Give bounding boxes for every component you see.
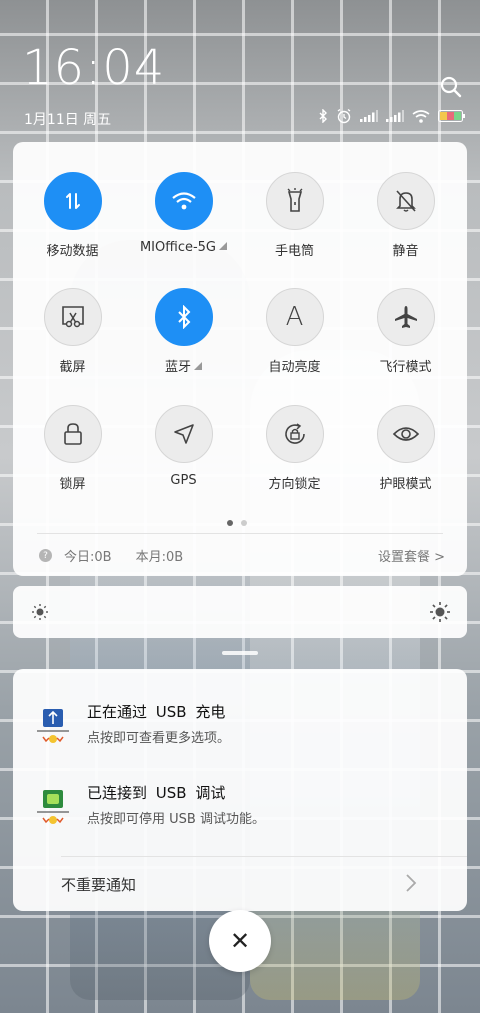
tile-auto-brightness[interactable]: A 自动亮度 [239, 288, 350, 375]
tile-flashlight[interactable]: 手电筒 [239, 172, 350, 259]
airplane-icon[interactable] [376, 288, 435, 346]
lock-icon[interactable] [43, 405, 102, 463]
close-icon: ✕ [229, 927, 251, 955]
bluetooth-icon[interactable] [154, 288, 213, 346]
divider [61, 856, 467, 857]
page-indicator [227, 520, 247, 526]
tile-bluetooth[interactable]: 蓝牙 [128, 288, 239, 375]
tile-wifi[interactable]: MIOffice-5G [128, 172, 239, 255]
battery-icon [438, 110, 466, 122]
clock: 16:04 [22, 40, 166, 96]
bluetooth-icon [318, 109, 328, 123]
quick-settings-panel: 移动数据 MIOffice-5G 手电筒 静音 截屏 蓝牙 A 自动亮度 飞行模… [13, 142, 467, 576]
divider [37, 533, 443, 534]
tile-lock-screen[interactable]: 锁屏 [17, 405, 128, 492]
wifi-icon[interactable] [154, 172, 213, 230]
notification-usb-debugging[interactable]: 已连接到 USB 调试 点按即可停用 USB 调试功能。 [13, 780, 467, 840]
tile-label: 方向锁定 [268, 477, 321, 492]
gps-icon[interactable] [154, 405, 213, 463]
wifi-icon [412, 109, 430, 123]
tile-label: 自动亮度 [268, 360, 321, 375]
expand-triangle-icon[interactable] [194, 362, 202, 370]
tile-label: GPS [170, 473, 197, 488]
flashlight-icon[interactable] [265, 172, 324, 230]
notification-subtitle: 点按即可停用 USB 调试功能。 [87, 812, 265, 827]
tile-mobile-data[interactable]: 移动数据 [17, 172, 128, 259]
auto-brightness-icon[interactable]: A [265, 288, 324, 346]
tile-label: 蓝牙 [164, 360, 191, 375]
tile-label: 截屏 [59, 360, 86, 375]
chevron-right-icon[interactable] [405, 873, 417, 893]
tile-label: 移动数据 [46, 244, 99, 259]
minor-notifications-label[interactable]: 不重要通知 [61, 874, 136, 895]
tile-eye-comfort[interactable]: 护眼模式 [350, 405, 461, 492]
set-plan-link[interactable]: 设置套餐 > [378, 546, 445, 565]
search-icon[interactable] [440, 76, 462, 98]
signal-icon [360, 110, 378, 122]
auto-brightness-glyph: A [285, 302, 304, 332]
brightness-low-icon [32, 604, 48, 620]
expand-triangle-icon[interactable] [219, 242, 228, 250]
signal-icon [386, 110, 404, 122]
data-usage-month: 本月:0B [135, 550, 184, 565]
tile-gps[interactable]: GPS [128, 405, 239, 488]
tile-label: 飞行模式 [379, 360, 432, 375]
notification-title: 正在通过 USB 充电 [87, 703, 226, 721]
clear-all-button[interactable]: ✕ [209, 910, 271, 972]
tile-label: 护眼模式 [379, 477, 432, 492]
mobile-data-icon[interactable] [43, 172, 102, 230]
date: 1月11日 周五 [24, 112, 112, 128]
notification-subtitle: 点按即可查看更多选项。 [87, 731, 231, 746]
rotation-lock-icon[interactable] [265, 405, 324, 463]
notification-panel: 正在通过 USB 充电 点按即可查看更多选项。 已连接到 USB 调试 点按即可… [13, 669, 467, 911]
status-bar: 16:04 1月11日 周五 [0, 0, 480, 140]
tile-label: 手电筒 [274, 244, 314, 259]
tile-airplane[interactable]: 飞行模式 [350, 288, 461, 375]
tile-label: 静音 [392, 244, 419, 259]
status-icons [318, 108, 466, 124]
bell-off-icon[interactable] [376, 172, 435, 230]
notification-title: 已连接到 USB 调试 [87, 784, 226, 802]
tile-label: 锁屏 [59, 477, 86, 492]
drag-handle[interactable] [222, 651, 258, 655]
tile-rotation-lock[interactable]: 方向锁定 [239, 405, 350, 492]
page-dot [241, 520, 247, 526]
brightness-high-icon [430, 602, 450, 622]
usb-charging-icon [37, 709, 69, 743]
help-icon: ? [39, 549, 52, 562]
eye-icon[interactable] [376, 405, 435, 463]
brightness-slider[interactable] [13, 586, 467, 638]
tile-label: MIOffice-5G [139, 240, 217, 255]
page-dot-active [227, 520, 233, 526]
usb-debug-icon [37, 790, 69, 824]
data-usage-row: ? 今日:0B 本月:0B 设置套餐 > [39, 546, 445, 565]
tile-screenshot[interactable]: 截屏 [17, 288, 128, 375]
screenshot-icon[interactable] [43, 288, 102, 346]
tile-mute[interactable]: 静音 [350, 172, 461, 259]
alarm-icon [336, 108, 352, 124]
notification-usb-charging[interactable]: 正在通过 USB 充电 点按即可查看更多选项。 [13, 699, 467, 759]
data-usage-today: 今日:0B [64, 550, 112, 565]
